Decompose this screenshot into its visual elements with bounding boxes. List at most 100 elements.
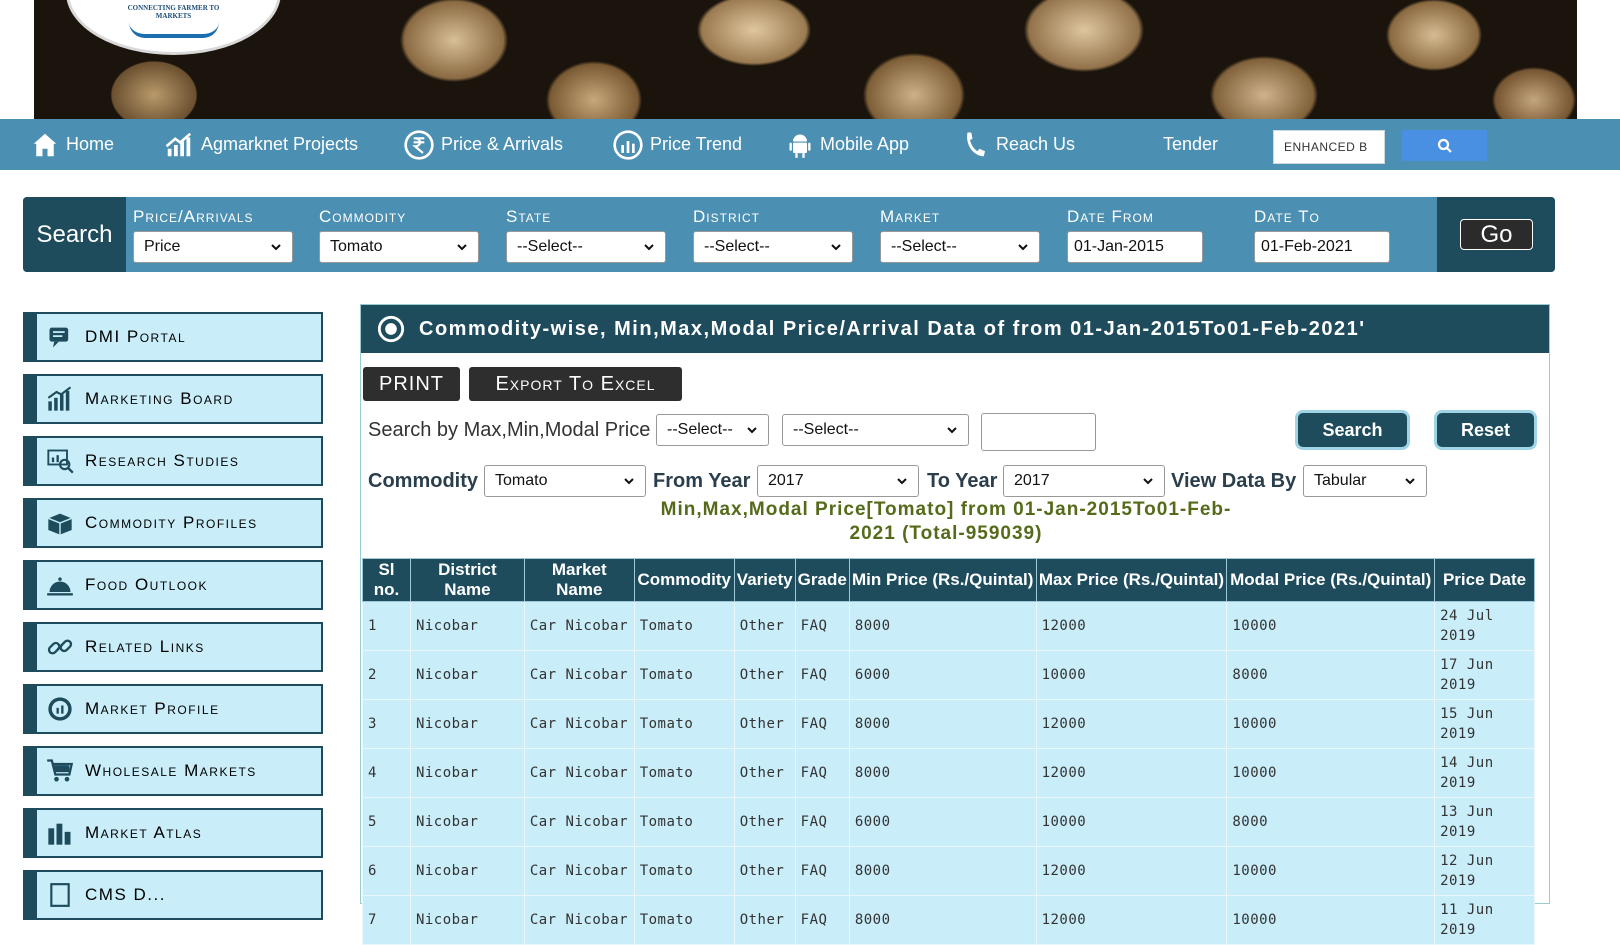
- table-row: 3 Nicobar Car Nicobar Tomato Other FAQ 8…: [362, 699, 1535, 749]
- site-search-button[interactable]: [1402, 130, 1487, 161]
- col-header-max-price[interactable]: Max Price (Rs./Quintal): [1035, 558, 1228, 602]
- nav-tender[interactable]: Tender: [1163, 119, 1218, 170]
- date-from-input[interactable]: 01-Jan-2015: [1067, 231, 1203, 263]
- col-header-market[interactable]: Market Name: [523, 558, 635, 602]
- col-header-commodity[interactable]: Commodity: [633, 558, 735, 602]
- sidebar-item-market-profile[interactable]: Market Profile: [23, 684, 323, 734]
- col-header-district[interactable]: District Name: [409, 558, 525, 602]
- nav-price-trend[interactable]: Price Trend: [612, 119, 742, 170]
- panel-commodity-select[interactable]: Tomato: [484, 465, 646, 497]
- chevron-down-icon: [831, 244, 841, 251]
- cell-market: Car Nicobar: [523, 748, 635, 798]
- field-label: Date From: [1067, 207, 1154, 226]
- select-value: Tomato: [330, 238, 383, 255]
- price-type-select[interactable]: --Select--: [656, 414, 769, 446]
- nav-home[interactable]: Home: [30, 119, 114, 170]
- nav-reach-us[interactable]: Reach Us: [960, 119, 1075, 170]
- to-year-select[interactable]: 2017: [1003, 465, 1165, 497]
- col-header-sl-no[interactable]: Sl no.: [362, 558, 411, 602]
- state-select[interactable]: --Select--: [506, 231, 666, 263]
- cell-sl-no: 2: [362, 650, 411, 700]
- go-button[interactable]: Go: [1460, 219, 1533, 250]
- research-icon: [45, 446, 75, 476]
- nav-mobile-app[interactable]: Mobile App: [786, 119, 909, 170]
- cell-market: Car Nicobar: [523, 699, 635, 749]
- chevron-down-icon: [624, 478, 634, 485]
- col-header-grade[interactable]: Grade: [794, 558, 850, 602]
- cell-variety: Other: [733, 846, 796, 896]
- site-search-input[interactable]: ENHANCED B: [1273, 130, 1385, 164]
- print-button[interactable]: PRINT: [363, 367, 460, 401]
- from-year-select[interactable]: 2017: [757, 465, 919, 497]
- cell-commodity: Tomato: [633, 650, 735, 700]
- sidebar-item-label: Commodity Profiles: [85, 513, 258, 532]
- cell-market: Car Nicobar: [523, 895, 635, 945]
- field-market: Market --Select--: [880, 207, 1040, 263]
- result-title: Min,Max,Modal Price[Tomato] from 01-Jan-…: [660, 499, 1232, 544]
- price-value-input[interactable]: [981, 413, 1096, 451]
- select-value: 2017: [1014, 472, 1050, 489]
- col-header-min-price[interactable]: Min Price (Rs./Quintal): [848, 558, 1037, 602]
- sidebar-item-marketing-board[interactable]: Marketing Board: [23, 374, 323, 424]
- market-select[interactable]: --Select--: [880, 231, 1040, 263]
- cell-sl-no: 3: [362, 699, 411, 749]
- field-label: Commodity: [319, 207, 407, 226]
- nav-price-arrivals[interactable]: Price & Arrivals: [403, 119, 563, 170]
- cell-variety: Other: [733, 699, 796, 749]
- field-state: State --Select--: [506, 207, 666, 263]
- doc-icon: [45, 880, 75, 910]
- cell-market: Car Nicobar: [523, 846, 635, 896]
- commodity-select[interactable]: Tomato: [319, 231, 479, 263]
- android-icon: [789, 134, 811, 158]
- district-select[interactable]: --Select--: [693, 231, 853, 263]
- cell-market: Car Nicobar: [523, 601, 635, 651]
- pie-icon: [45, 694, 75, 724]
- select-value: 2017: [768, 472, 804, 489]
- price-data-table: Sl no. District Name Market Name Commodi…: [362, 558, 1535, 945]
- cell-commodity: Tomato: [633, 601, 735, 651]
- nav-agmarknet-projects[interactable]: Agmarknet Projects: [163, 119, 358, 170]
- chevron-down-icon: [1018, 244, 1028, 251]
- date-to-input[interactable]: 01-Feb-2021: [1254, 231, 1390, 263]
- cell-commodity: Tomato: [633, 846, 735, 896]
- price-operator-select[interactable]: --Select--: [782, 414, 969, 446]
- sidebar-item-research-studies[interactable]: Research Studies: [23, 436, 323, 486]
- table-header-row: Sl no. District Name Market Name Commodi…: [362, 558, 1535, 602]
- cell-max-price: 12000: [1035, 895, 1228, 945]
- panel-search-button[interactable]: Search: [1295, 410, 1410, 450]
- panel-reset-button[interactable]: Reset: [1434, 410, 1537, 450]
- price-arrivals-select[interactable]: Price: [133, 231, 293, 263]
- view-data-by-select[interactable]: Tabular: [1303, 465, 1427, 497]
- field-commodity: Commodity Tomato: [319, 207, 479, 263]
- search-icon: [1437, 138, 1452, 153]
- bar-chart-icon: [45, 384, 75, 414]
- field-label: District: [693, 207, 760, 226]
- cell-commodity: Tomato: [633, 748, 735, 798]
- sidebar-item-related-links[interactable]: Related Links: [23, 622, 323, 672]
- cell-min-price: 6000: [848, 797, 1037, 847]
- sidebar-item-cms[interactable]: CMS D...: [23, 870, 323, 920]
- target-icon: [377, 315, 405, 343]
- cell-price-date: 24 Jul 2019: [1434, 601, 1535, 651]
- select-value: Tabular: [1314, 472, 1367, 489]
- nav-label: Mobile App: [820, 134, 910, 154]
- export-excel-button[interactable]: Export To Excel: [469, 367, 682, 401]
- sidebar-item-dmi-portal[interactable]: DMI Portal: [23, 312, 323, 362]
- cell-min-price: 8000: [848, 895, 1037, 945]
- cell-modal-price: 8000: [1226, 797, 1436, 847]
- col-header-variety[interactable]: Variety: [733, 558, 796, 602]
- cell-min-price: 8000: [848, 846, 1037, 896]
- panel-title: Commodity-wise, Min,Max,Modal Price/Arri…: [419, 317, 1366, 340]
- cell-price-date: 12 Jun 2019: [1434, 846, 1535, 896]
- sidebar-item-commodity-profiles[interactable]: Commodity Profiles: [23, 498, 323, 548]
- header-banner: CONNECTING FARMER TO MARKETS: [0, 0, 1620, 119]
- sidebar-item-wholesale-markets[interactable]: Wholesale Markets: [23, 746, 323, 796]
- sidebar-item-market-atlas[interactable]: Market Atlas: [23, 808, 323, 858]
- cell-max-price: 10000: [1035, 797, 1228, 847]
- col-header-modal-price[interactable]: Modal Price (Rs./Quintal): [1226, 558, 1436, 602]
- cell-max-price: 12000: [1035, 748, 1228, 798]
- col-header-price-date[interactable]: Price Date: [1434, 558, 1535, 602]
- sidebar-item-food-outlook[interactable]: Food Outlook: [23, 560, 323, 610]
- nav-label: Reach Us: [996, 134, 1076, 154]
- cell-sl-no: 6: [362, 846, 411, 896]
